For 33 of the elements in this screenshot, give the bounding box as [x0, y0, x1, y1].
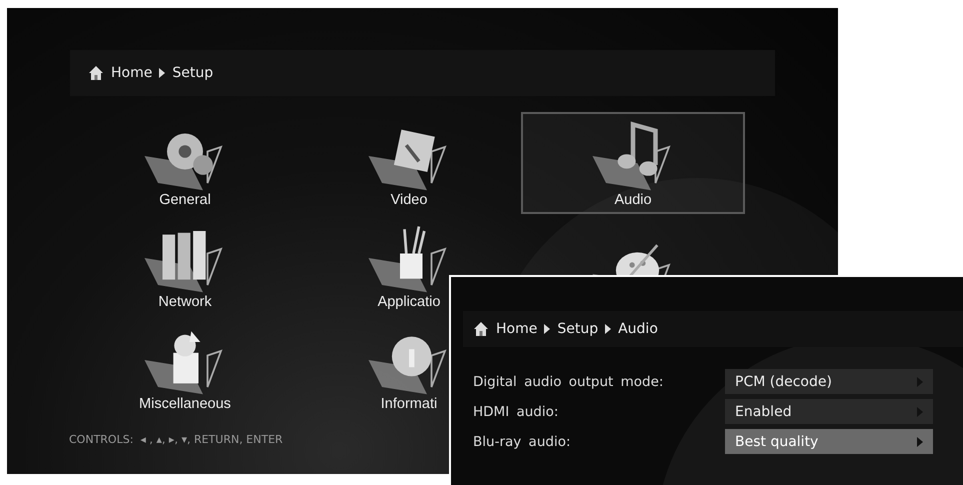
tile-label: General	[159, 192, 211, 208]
menu-tile[interactable]: Network	[73, 214, 297, 316]
breadcrumb-item[interactable]: Home	[111, 65, 152, 81]
menu-tile[interactable]: Applicatio	[297, 214, 521, 316]
breadcrumb-arrow-icon	[544, 324, 550, 334]
menu-tile[interactable]: General	[73, 112, 297, 214]
setting-value-selector[interactable]: PCM (decode)	[725, 369, 933, 394]
setting-label: Blu-ray audio:	[473, 434, 570, 450]
setting-label: HDMI audio:	[473, 404, 558, 420]
breadcrumb-arrow-icon	[605, 324, 612, 334]
tile-label: Audio	[614, 192, 652, 208]
breadcrumb-arrow-icon	[159, 68, 166, 78]
setting-label: Digital audio output mode:	[473, 374, 664, 390]
right-arrow-icon	[917, 406, 923, 416]
home-icon	[473, 321, 489, 337]
menu-tile[interactable]: Video	[297, 112, 521, 214]
breadcrumb-item[interactable]: Setup	[557, 321, 598, 337]
tile-label: Applicatio	[378, 294, 440, 310]
right-arrow-icon	[917, 376, 923, 386]
home-icon	[88, 65, 104, 81]
setting-value-selector[interactable]: Enabled	[725, 399, 933, 424]
setting-value-selector[interactable]: Best quality	[725, 429, 933, 454]
controls-hint: CONTROLS: ◂ , ▴, ▸, ▾, RETURN, ENTER	[69, 433, 283, 446]
menu-tile[interactable]: Audio	[521, 112, 745, 214]
menu-tile[interactable]: Miscellaneous	[73, 316, 297, 418]
tile-label: Informati	[380, 396, 438, 412]
tile-label: Miscellaneous	[139, 396, 231, 412]
right-arrow-icon	[917, 436, 923, 446]
breadcrumb-item[interactable]: Home	[496, 321, 538, 337]
tile-label: Video	[390, 192, 428, 208]
tile-label: Network	[158, 294, 212, 310]
breadcrumb-item[interactable]: Setup	[172, 65, 214, 81]
breadcrumb-item[interactable]: Audio	[618, 321, 658, 337]
